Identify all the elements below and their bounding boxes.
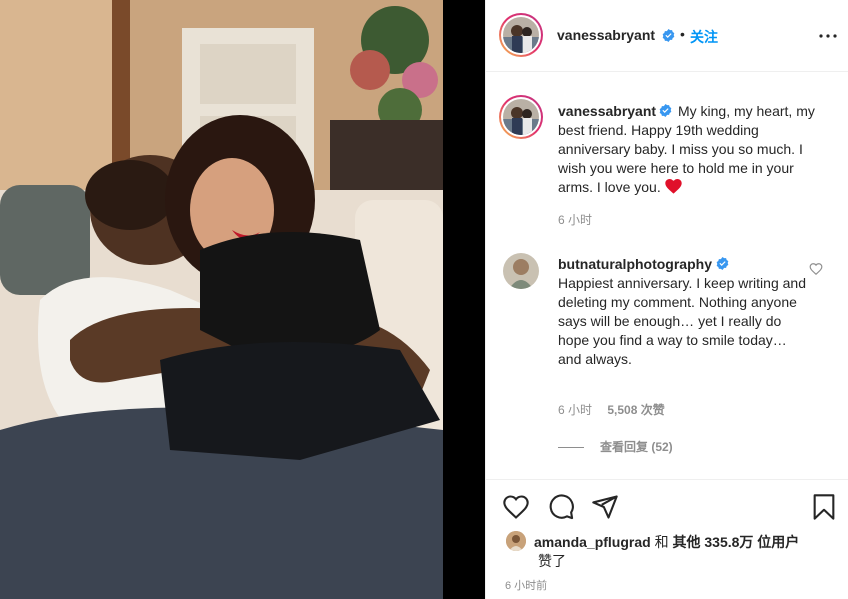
caption-username[interactable]: vanessabryant — [558, 103, 656, 119]
replies-divider — [558, 447, 584, 449]
likes-suffix: 赞了 — [538, 553, 566, 569]
separator-dot: • — [680, 26, 685, 42]
post-photo[interactable] — [0, 0, 443, 599]
author-avatar-image — [503, 17, 539, 53]
post-side-panel: vanessabryant • 关注 vanessabryant My king… — [485, 0, 848, 599]
comment-item: butnaturalphotography Happiest anniversa… — [558, 255, 808, 369]
caption-timestamp[interactable]: 6 小时 — [558, 211, 592, 228]
share-icon[interactable] — [591, 493, 619, 521]
comments-section: vanessabryant My king, my heart, my best… — [486, 73, 848, 478]
post-caption: vanessabryant My king, my heart, my best… — [558, 102, 828, 197]
more-options-icon[interactable] — [816, 24, 840, 48]
caption-avatar-image — [503, 99, 539, 135]
likes-and: 和 — [654, 534, 669, 550]
commenter-avatar-image — [503, 253, 539, 289]
caption-author-avatar[interactable] — [499, 95, 543, 139]
follow-button[interactable]: 关注 — [690, 27, 718, 47]
verified-badge-icon — [716, 257, 729, 270]
post-photo-illustration — [0, 0, 443, 599]
heart-emoji — [664, 179, 682, 195]
comment-icon[interactable] — [547, 493, 575, 521]
likes-summary: amanda_pflugrad 和 其他 335.8万 位用户 赞了 — [506, 531, 836, 571]
post-timestamp[interactable]: 6 小时前 — [505, 577, 547, 593]
post-actions: amanda_pflugrad 和 其他 335.8万 位用户 赞了 6 小时前 — [486, 479, 848, 599]
post-header: vanessabryant • 关注 — [486, 0, 848, 72]
bookmark-icon[interactable] — [810, 493, 838, 521]
likes-others-count[interactable]: 其他 335.8万 位用户 — [672, 534, 799, 550]
heart-icon[interactable] — [502, 493, 530, 521]
author-username[interactable]: vanessabryant — [557, 27, 655, 43]
comment-like-heart-icon[interactable] — [809, 262, 823, 276]
commenter-username[interactable]: butnaturalphotography — [558, 256, 712, 272]
liker-avatar[interactable] — [506, 531, 526, 551]
photo-panel — [0, 0, 485, 599]
verified-badge-icon — [659, 104, 672, 117]
comment-meta: 6 小时 5,508 次赞 — [558, 401, 665, 418]
comment-likes-count[interactable]: 5,508 次赞 — [607, 403, 664, 417]
view-replies-label: 查看回复 (52) — [600, 440, 673, 454]
comment-text: Happiest anniversary. I keep writing and… — [558, 275, 806, 367]
author-avatar[interactable] — [499, 13, 543, 57]
liker-username[interactable]: amanda_pflugrad — [534, 534, 651, 550]
commenter-avatar[interactable] — [503, 253, 539, 289]
verified-badge-icon — [662, 28, 675, 46]
view-replies-button[interactable]: 查看回复 (52) — [558, 438, 673, 455]
comment-timestamp[interactable]: 6 小时 — [558, 403, 592, 417]
